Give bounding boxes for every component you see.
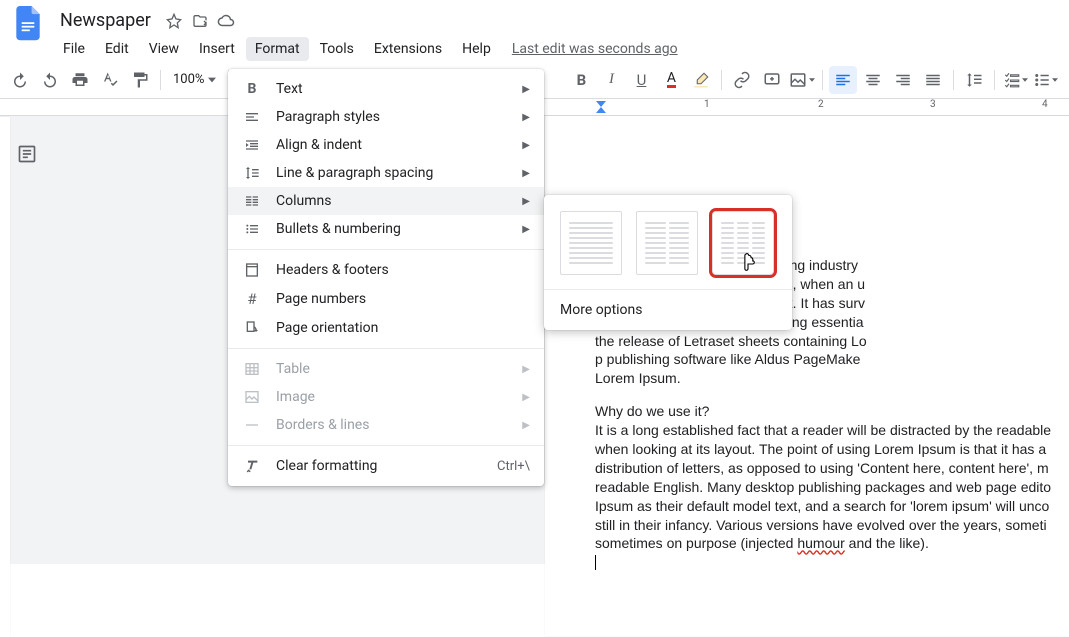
redo-button[interactable]	[36, 66, 64, 94]
line-spacing-button[interactable]	[960, 66, 988, 94]
submenu-arrow-icon: ▶	[522, 140, 530, 151]
cursor-pointer-icon	[738, 253, 758, 275]
submenu-arrow-icon: ▶	[522, 84, 530, 95]
align-right-button[interactable]	[889, 66, 917, 94]
submenu-arrow-icon: ▶	[522, 364, 530, 375]
menu-help[interactable]: Help	[453, 37, 500, 61]
separator	[721, 70, 722, 90]
columns-option-two[interactable]	[636, 211, 698, 275]
menu-extensions[interactable]: Extensions	[365, 37, 451, 61]
spelling-error[interactable]: humour	[797, 535, 844, 551]
highlight-button[interactable]	[687, 66, 715, 94]
paint-format-button[interactable]	[126, 66, 154, 94]
format-bullets[interactable]: Bullets & numbering ▶	[228, 215, 544, 243]
menu-insert[interactable]: Insert	[190, 37, 244, 61]
menu-view[interactable]: View	[140, 37, 188, 61]
document-outline-button[interactable]	[8, 135, 46, 173]
text-color-button[interactable]: A	[657, 66, 685, 94]
submenu-arrow-icon: ▶	[522, 392, 530, 403]
format-dropdown: B Text ▶ Paragraph styles ▶ Align & inde…	[228, 69, 544, 486]
table-icon	[242, 361, 262, 377]
align-justify-button[interactable]	[919, 66, 947, 94]
separator	[160, 70, 161, 90]
align-center-button[interactable]	[859, 66, 887, 94]
format-line-spacing[interactable]: Line & paragraph spacing ▶	[228, 159, 544, 187]
submenu-arrow-icon: ▶	[522, 112, 530, 123]
menu-format[interactable]: Format	[246, 37, 309, 61]
checklist-button[interactable]	[1001, 66, 1029, 94]
separator	[994, 70, 995, 90]
cloud-status-icon[interactable]	[217, 12, 235, 30]
columns-icon	[242, 193, 262, 209]
ruler-number: 4	[1042, 99, 1048, 110]
zoom-select[interactable]: 100%	[167, 72, 222, 87]
document-title[interactable]: Newspaper	[54, 8, 157, 33]
separator	[822, 70, 823, 90]
ruler-number: 2	[818, 99, 824, 110]
page-sliver	[0, 117, 10, 637]
docs-logo-icon[interactable]	[10, 6, 46, 42]
format-page-numbers[interactable]: # Page numbers	[228, 284, 544, 314]
ruler-number: 1	[704, 99, 710, 110]
hash-icon: #	[242, 290, 262, 308]
submenu-arrow-icon: ▶	[522, 196, 530, 207]
insert-link-button[interactable]	[728, 66, 756, 94]
columns-option-one[interactable]	[560, 211, 622, 275]
align-left-button[interactable]	[829, 66, 857, 94]
menu-edit[interactable]: Edit	[96, 37, 138, 61]
menu-divider	[228, 348, 544, 349]
columns-submenu: More options	[544, 195, 792, 330]
format-headers-footers[interactable]: Headers & footers	[228, 256, 544, 284]
format-borders-lines: Borders & lines ▶	[228, 411, 544, 439]
keyboard-shortcut: Ctrl+\	[497, 459, 530, 474]
line-icon	[242, 417, 262, 433]
format-columns[interactable]: Columns ▶	[228, 187, 544, 215]
submenu-arrow-icon: ▶	[522, 420, 530, 431]
columns-more-options[interactable]: More options	[544, 289, 792, 330]
list-icon	[242, 221, 262, 237]
bold-icon: B	[242, 81, 262, 97]
document-page[interactable]: text of the printing and typesetting ind…	[545, 116, 1069, 636]
clear-format-icon	[242, 458, 262, 474]
header-bar: Newspaper File Edit View Insert Format T…	[0, 0, 1069, 61]
menu-tools[interactable]: Tools	[311, 37, 363, 61]
underline-button[interactable]: U	[627, 66, 655, 94]
menu-bar: File Edit View Insert Format Tools Exten…	[54, 35, 678, 61]
orientation-icon	[242, 320, 262, 336]
menu-file[interactable]: File	[54, 37, 94, 61]
ruler-number: 3	[930, 99, 936, 110]
submenu-arrow-icon: ▶	[522, 168, 530, 179]
separator	[953, 70, 954, 90]
line-spacing-icon	[242, 165, 262, 181]
menu-divider	[228, 445, 544, 446]
last-edit-link[interactable]: Last edit was seconds ago	[512, 41, 678, 57]
undo-button[interactable]	[6, 66, 34, 94]
format-align-indent[interactable]: Align & indent ▶	[228, 131, 544, 159]
print-button[interactable]	[66, 66, 94, 94]
move-icon[interactable]	[191, 12, 209, 30]
columns-option-three[interactable]	[712, 211, 774, 275]
indent-icon	[242, 137, 262, 153]
paragraph-icon	[242, 109, 262, 125]
spellcheck-button[interactable]	[96, 66, 124, 94]
format-page-orientation[interactable]: Page orientation	[228, 314, 544, 342]
text-cursor	[595, 555, 596, 570]
format-text[interactable]: B Text ▶	[228, 75, 544, 103]
bold-button[interactable]: B	[567, 66, 595, 94]
bulleted-list-button[interactable]	[1031, 66, 1059, 94]
star-icon[interactable]	[165, 12, 183, 30]
image-icon	[242, 389, 262, 405]
format-paragraph-styles[interactable]: Paragraph styles ▶	[228, 103, 544, 131]
add-comment-button[interactable]	[758, 66, 786, 94]
indent-marker-icon[interactable]	[595, 100, 607, 114]
insert-image-button[interactable]	[788, 66, 816, 94]
menu-divider	[228, 249, 544, 250]
format-table: Table ▶	[228, 355, 544, 383]
header-footer-icon	[242, 262, 262, 278]
format-image: Image ▶	[228, 383, 544, 411]
format-clear-formatting[interactable]: Clear formatting Ctrl+\	[228, 452, 544, 480]
italic-button[interactable]: I	[597, 66, 625, 94]
title-area: Newspaper File Edit View Insert Format T…	[54, 6, 678, 61]
submenu-arrow-icon: ▶	[522, 224, 530, 235]
